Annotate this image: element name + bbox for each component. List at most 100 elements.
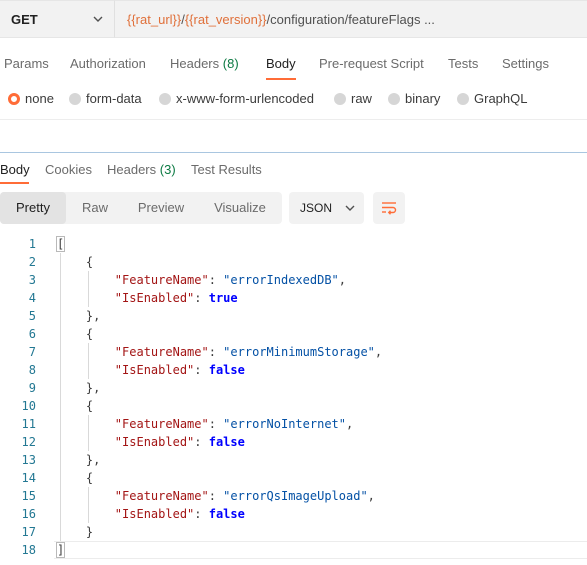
radio-icon — [334, 92, 346, 105]
indent-guide — [88, 343, 89, 379]
line-number: 2 — [28, 255, 36, 269]
view-pretty-button[interactable]: Pretty — [0, 192, 66, 224]
json-punctuation: ] — [55, 542, 66, 558]
line-number: 9 — [28, 381, 36, 395]
tab-headers[interactable]: Headers (8) — [170, 56, 239, 71]
radio-icon — [388, 92, 400, 105]
code-text: { — [57, 397, 93, 415]
json-string: "errorMinimumStorage" — [223, 345, 375, 359]
radio-form-data[interactable]: form-data — [69, 91, 142, 106]
url-variable: {{rat_version}} — [184, 11, 267, 27]
view-visualize-button[interactable]: Visualize — [198, 192, 282, 224]
json-key: "FeatureName" — [114, 417, 209, 431]
json-string: "errorQsImageUpload" — [223, 489, 368, 503]
code-text: }, — [57, 307, 100, 325]
code-line: 1[ — [0, 235, 587, 253]
json-boolean: true — [208, 291, 238, 305]
line-number: 1 — [28, 237, 36, 251]
radio-binary[interactable]: binary — [388, 91, 440, 106]
radio-form-data-label: form-data — [86, 91, 142, 106]
response-tab-headers[interactable]: Headers (3) — [107, 162, 176, 177]
code-line: 18] — [0, 541, 587, 559]
code-text: "FeatureName": "errorQsImageUpload", — [57, 487, 375, 505]
response-tab-headers-label: Headers — [107, 162, 157, 177]
json-punctuation: }, — [57, 381, 101, 395]
radio-x-www-form-urlencoded[interactable]: x-www-form-urlencoded — [159, 91, 314, 106]
line-number: 17 — [21, 525, 36, 539]
response-tab-test-results[interactable]: Test Results — [191, 162, 262, 177]
response-tab-body[interactable]: Body — [0, 162, 30, 177]
json-punctuation — [57, 345, 115, 359]
response-tab-cookies[interactable]: Cookies — [45, 162, 92, 177]
json-punctuation: : — [194, 291, 209, 305]
method-select[interactable]: GET — [0, 0, 115, 38]
wrap-lines-button[interactable] — [373, 192, 405, 224]
json-punctuation: }, — [57, 453, 101, 467]
tab-settings[interactable]: Settings — [502, 56, 549, 71]
radio-none[interactable]: none — [8, 91, 54, 106]
line-number: 11 — [21, 417, 36, 431]
json-punctuation — [57, 435, 115, 449]
json-punctuation — [57, 291, 115, 305]
json-key: "FeatureName" — [114, 489, 209, 503]
active-response-tab-indicator — [0, 182, 29, 184]
line-number: 13 — [21, 453, 36, 467]
json-key: "FeatureName" — [114, 273, 209, 287]
tab-headers-count: (8) — [222, 56, 239, 71]
code-text: "IsEnabled": false — [57, 505, 245, 523]
code-line: 9 }, — [0, 379, 587, 397]
code-line: 13 }, — [0, 451, 587, 469]
json-punctuation: }, — [57, 309, 101, 323]
view-raw-button[interactable]: Raw — [66, 192, 124, 224]
json-punctuation: : — [208, 345, 224, 359]
response-pane-divider[interactable] — [0, 152, 587, 153]
line-number: 8 — [28, 363, 36, 377]
line-number: 6 — [28, 327, 36, 341]
radio-icon — [457, 92, 469, 105]
request-tabs: Params Authorization Headers (8) Body Pr… — [0, 52, 587, 76]
url-input[interactable]: {{rat_url}} / {{rat_version}} /configura… — [115, 0, 587, 38]
line-number: 12 — [21, 435, 36, 449]
line-number: 15 — [21, 489, 36, 503]
code-line: 5 }, — [0, 307, 587, 325]
code-text: "FeatureName": "errorNoInternet", — [57, 415, 353, 433]
chevron-down-icon — [93, 16, 103, 22]
radio-urlencoded-label: x-www-form-urlencoded — [176, 91, 314, 106]
radio-binary-label: binary — [405, 91, 441, 106]
line-number: 7 — [28, 345, 36, 359]
radio-raw[interactable]: raw — [334, 91, 372, 106]
json-punctuation — [57, 273, 115, 287]
format-select[interactable]: JSON — [289, 192, 364, 224]
tab-pre-request-script[interactable]: Pre-request Script — [319, 56, 424, 71]
indent-guide — [88, 271, 89, 307]
indent-guide — [88, 487, 89, 523]
code-text: ] — [55, 541, 66, 559]
code-line: 6 { — [0, 325, 587, 343]
indent-guide — [60, 253, 61, 541]
code-text: { — [57, 325, 93, 343]
tab-params[interactable]: Params — [4, 56, 49, 71]
url-bar: GET {{rat_url}} / {{rat_version}} /confi… — [0, 0, 587, 38]
code-text: }, — [57, 379, 100, 397]
code-text: "FeatureName": "errorMinimumStorage", — [57, 343, 382, 361]
json-punctuation: [ — [55, 236, 66, 252]
response-body-editor[interactable]: 1[2 {3 "FeatureName": "errorIndexedDB", 4… — [0, 234, 587, 565]
line-number: 10 — [21, 399, 36, 413]
code-text: "FeatureName": "errorIndexedDB", — [57, 271, 346, 289]
json-punctuation: , — [374, 345, 383, 359]
format-label: JSON — [300, 201, 333, 215]
radio-icon — [159, 92, 171, 105]
json-punctuation: } — [57, 525, 94, 539]
current-line-highlight — [54, 541, 587, 559]
tab-authorization[interactable]: Authorization — [70, 56, 146, 71]
line-number: 18 — [21, 543, 36, 557]
radio-graphql[interactable]: GraphQL — [457, 91, 527, 106]
json-punctuation: : — [194, 435, 209, 449]
view-preview-button[interactable]: Preview — [124, 192, 198, 224]
tab-body[interactable]: Body — [266, 56, 296, 71]
radio-icon — [69, 92, 81, 105]
json-punctuation — [57, 417, 115, 431]
line-number: 5 — [28, 309, 36, 323]
json-punctuation: , — [338, 273, 346, 287]
tab-tests[interactable]: Tests — [448, 56, 478, 71]
